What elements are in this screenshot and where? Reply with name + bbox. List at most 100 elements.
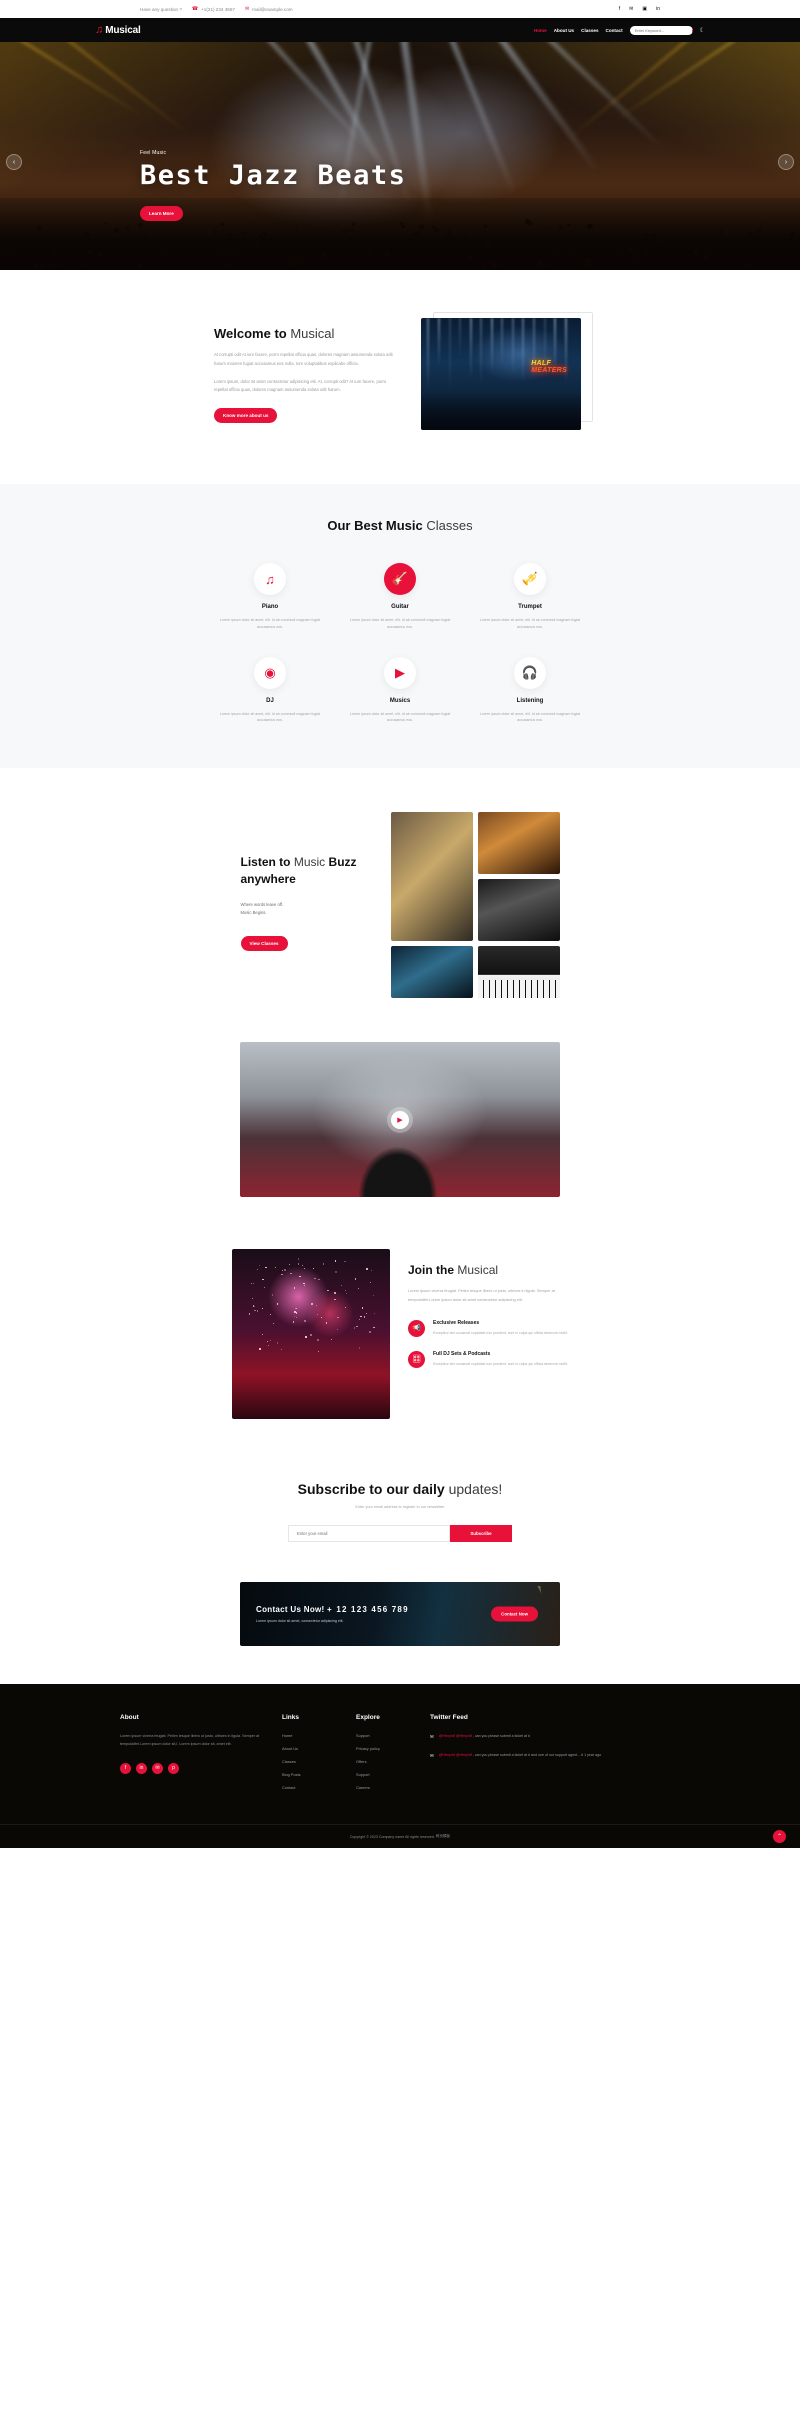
topbar-question: Have any question ? bbox=[140, 7, 182, 12]
subscribe-button[interactable]: Subscribe bbox=[450, 1525, 512, 1542]
guitar-icon: 🎸 bbox=[384, 563, 416, 595]
chevron-right-icon[interactable]: › bbox=[778, 154, 794, 170]
join-title-light: Musical bbox=[457, 1263, 498, 1277]
tweet-handle-1[interactable]: @HtmyIdf bbox=[439, 1753, 455, 1757]
topbar-phone-label: +1(21) 234 4567 bbox=[201, 7, 235, 12]
main-navigation: ♫ Musical Home About Us Classes Contact … bbox=[0, 18, 800, 42]
search-input[interactable] bbox=[630, 28, 692, 33]
footer-link-blog-posts[interactable]: Blog Posts bbox=[282, 1772, 344, 1777]
music-note-icon: ♫ bbox=[95, 25, 103, 36]
buzz-sub-line-2: Music Begins. bbox=[241, 909, 371, 917]
welcome-image-band bbox=[421, 394, 581, 430]
vinyl-record-icon: ◉ bbox=[254, 657, 286, 689]
topbar-contact-group: Have any question ? ☎ +1(21) 234 4567 ✉ … bbox=[140, 6, 293, 12]
footer-social-group: f in ✉ p bbox=[120, 1763, 270, 1774]
footer-explore-support[interactable]: Support bbox=[356, 1733, 418, 1738]
class-desc: Lorem ipsum dolor sit amet, elit. Id ab … bbox=[214, 711, 326, 725]
classes-section: Our Best Music Classes ♫ Piano Lorem ips… bbox=[0, 484, 800, 768]
moon-icon[interactable]: ☾ bbox=[700, 27, 705, 34]
nav-item-home[interactable]: Home bbox=[534, 28, 547, 33]
class-card-guitar[interactable]: 🎸 Guitar Lorem ipsum dolor sit amet, eli… bbox=[335, 563, 465, 631]
footer-link-contact[interactable]: Contact bbox=[282, 1785, 344, 1790]
classes-grid: ♫ Piano Lorem ipsum dolor sit amet, elit… bbox=[205, 563, 595, 724]
cta-phone-number: + 12 123 456 789 bbox=[327, 1605, 409, 1614]
footer-link-classes[interactable]: Classes bbox=[282, 1759, 344, 1764]
know-more-about-us-button[interactable]: Know more about us bbox=[214, 408, 277, 423]
class-card-piano[interactable]: ♫ Piano Lorem ipsum dolor sit amet, elit… bbox=[205, 563, 335, 631]
buzz-title: Listen to Music Buzz anywhere bbox=[241, 854, 371, 886]
contact-cta-section: Contact Us Now! + 12 123 456 789 Lorem i… bbox=[0, 1572, 800, 1684]
search-icon[interactable]: 🔍 bbox=[692, 26, 693, 35]
footer-about-heading: About bbox=[120, 1714, 270, 1721]
megaphone-icon: 📢 bbox=[408, 1320, 425, 1337]
class-card-trumpet[interactable]: 🎺 Trumpet Lorem ipsum dolor sit amet, el… bbox=[465, 563, 595, 631]
nav-links: Home About Us Classes Contact bbox=[534, 28, 623, 33]
footer-credit: 网页模板 bbox=[436, 1834, 450, 1839]
buzz-subtitle: Where words leave off. Music Begins. bbox=[241, 901, 371, 918]
feature-desc: Excepteur sint occaecat cupidatat non pr… bbox=[433, 1330, 568, 1336]
footer-about-text: Lorem ipsum viverra feugiat. Pellen tesq… bbox=[120, 1733, 270, 1749]
class-name: DJ bbox=[205, 698, 335, 704]
contact-now-button[interactable]: Contact Now bbox=[491, 1607, 538, 1622]
welcome-paragraph-2: Lorem ipsum, dolor sit amet consectetur … bbox=[214, 378, 399, 396]
music-note-icon: ♫ bbox=[254, 563, 286, 595]
site-logo[interactable]: ♫ Musical bbox=[95, 25, 141, 36]
class-card-dj[interactable]: ◉ DJ Lorem ipsum dolor sit amet, elit. I… bbox=[205, 657, 335, 725]
hero-learn-more-button[interactable]: Learn More bbox=[140, 206, 183, 221]
class-name: Listening bbox=[465, 698, 595, 704]
subscribe-form: Subscribe bbox=[288, 1525, 512, 1542]
footer-about-column: About Lorem ipsum viverra feugiat. Pelle… bbox=[120, 1714, 270, 1798]
subscribe-title-light: updates! bbox=[449, 1481, 503, 1497]
footer-explore-offers[interactable]: Offers bbox=[356, 1759, 418, 1764]
headphones-icon: 🎧 bbox=[514, 657, 546, 689]
chevron-left-icon[interactable]: ‹ bbox=[6, 154, 22, 170]
linkedin-icon[interactable]: in bbox=[656, 6, 660, 12]
twitter-icon[interactable]: ✉ bbox=[629, 6, 633, 12]
class-card-musics[interactable]: ▶ Musics Lorem ipsum dolor sit amet, eli… bbox=[335, 657, 465, 725]
footer-twitter-heading: Twitter Feed bbox=[430, 1714, 680, 1721]
footer-explore-support-2[interactable]: Support bbox=[356, 1772, 418, 1777]
nav-item-contact[interactable]: Contact bbox=[606, 28, 623, 33]
topbar-email[interactable]: ✉ mail@example.com bbox=[245, 6, 293, 12]
footer-link-home[interactable]: Home bbox=[282, 1733, 344, 1738]
neon-line-2: MEATERS bbox=[531, 367, 567, 374]
welcome-title: Welcome to Musical bbox=[214, 326, 399, 341]
welcome-section: Welcome to Musical At corrupti odit At i… bbox=[0, 270, 800, 484]
view-classes-button[interactable]: View Classes bbox=[241, 936, 288, 951]
tweet-text: , can you please submit a ticket at # bbox=[473, 1734, 530, 1738]
linkedin-icon[interactable]: in bbox=[136, 1763, 147, 1774]
subscribe-subtitle: Enter your email address to register to … bbox=[0, 1505, 800, 1509]
pinterest-icon[interactable]: p bbox=[168, 1763, 179, 1774]
buzz-sub-line-1: Where words leave off. bbox=[241, 901, 371, 909]
gallery-image-saxophone bbox=[391, 812, 473, 941]
topbar-phone[interactable]: ☎ +1(21) 234 4567 bbox=[192, 6, 235, 12]
gallery-image-keyboard bbox=[478, 946, 560, 998]
footer-link-about-us[interactable]: About Us bbox=[282, 1746, 344, 1751]
twitter-icon[interactable]: ✉ bbox=[152, 1763, 163, 1774]
instagram-icon[interactable]: ▣ bbox=[642, 6, 647, 12]
footer-twitter-column: Twitter Feed ✉ @HtmyIdf @HtmyIdf , can y… bbox=[430, 1714, 680, 1798]
play-icon[interactable]: ▶ bbox=[391, 1111, 409, 1129]
footer-copyright: Copyright © 2023 Company name All rights… bbox=[350, 1835, 435, 1839]
trumpet-icon: 🎺 bbox=[514, 563, 546, 595]
tweet-handle-2[interactable]: @HtmyIdf bbox=[456, 1753, 472, 1757]
logo-text: Musical bbox=[105, 25, 140, 36]
footer-explore-careers[interactable]: Careers bbox=[356, 1785, 418, 1790]
chevron-up-icon[interactable]: ⌃ bbox=[773, 1830, 786, 1843]
class-card-listening[interactable]: 🎧 Listening Lorem ipsum dolor sit amet, … bbox=[465, 657, 595, 725]
feature-dj-sets-podcasts: 🎛 Full DJ Sets & Podcasts Excepteur sint… bbox=[408, 1351, 568, 1368]
top-bar: Have any question ? ☎ +1(21) 234 4567 ✉ … bbox=[0, 0, 800, 18]
nav-item-classes[interactable]: Classes bbox=[581, 28, 598, 33]
welcome-image-neon-text: HALF MEATERS bbox=[531, 360, 567, 375]
join-fireworks-image bbox=[232, 1249, 390, 1419]
subscribe-email-input[interactable] bbox=[288, 1525, 450, 1542]
tweet-handle-1[interactable]: @HtmyIdf bbox=[439, 1734, 455, 1738]
topbar-social-group: f ✉ ▣ in bbox=[619, 6, 660, 12]
facebook-icon[interactable]: f bbox=[619, 6, 620, 12]
nav-item-about-us[interactable]: About Us bbox=[554, 28, 574, 33]
tweet-handle-2[interactable]: @HtmyIdf bbox=[456, 1734, 472, 1738]
facebook-icon[interactable]: f bbox=[120, 1763, 131, 1774]
hero-slider: Feel Music Best Jazz Beats Learn More ‹ … bbox=[0, 42, 800, 270]
footer-explore-privacy-policy[interactable]: Privacy policy bbox=[356, 1746, 418, 1751]
buzz-title-bold-1: Listen to bbox=[241, 855, 291, 869]
